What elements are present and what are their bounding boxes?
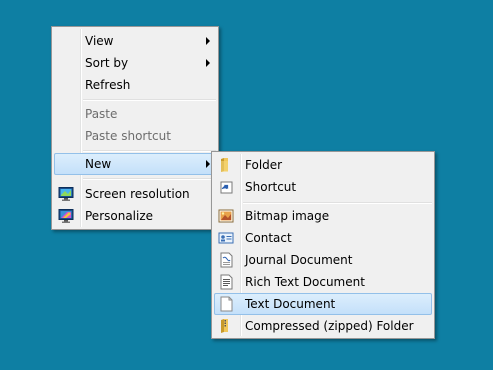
menu-item-paste-shortcut[interactable]: Paste shortcut [54, 125, 216, 147]
menu-item-label: Refresh [85, 78, 131, 92]
menu-separator [83, 99, 216, 101]
menu-item-label: Compressed (zipped) Folder [245, 319, 414, 333]
menu-separator [243, 202, 432, 204]
submenu-item-journal-document[interactable]: Journal Document [214, 249, 432, 271]
menu-separator [83, 178, 216, 180]
contact-icon [218, 230, 234, 246]
menu-item-label: Rich Text Document [245, 275, 365, 289]
menu-item-sort-by[interactable]: Sort by [54, 52, 216, 74]
submenu-item-shortcut[interactable]: Shortcut [214, 176, 432, 198]
submenu-item-rich-text-document[interactable]: Rich Text Document [214, 271, 432, 293]
submenu-item-compressed-folder[interactable]: Compressed (zipped) Folder [214, 315, 432, 337]
menu-item-new[interactable]: New [54, 153, 216, 175]
menu-item-paste[interactable]: Paste [54, 103, 216, 125]
menu-item-refresh[interactable]: Refresh [54, 74, 216, 96]
text-document-icon [218, 296, 234, 312]
menu-item-label: View [85, 34, 114, 48]
menu-item-screen-resolution[interactable]: Screen resolution [54, 183, 216, 205]
menu-item-label: Journal Document [245, 253, 353, 267]
menu-item-label: Contact [245, 231, 292, 245]
menu-item-label: Folder [245, 158, 283, 172]
menu-separator [83, 150, 216, 152]
submenu-item-text-document[interactable]: Text Document [214, 293, 432, 315]
rich-text-document-icon [218, 274, 234, 290]
desktop-context-menu: View Sort by Refresh Paste Paste shortcu… [51, 26, 219, 230]
menu-item-label: Screen resolution [85, 187, 190, 201]
submenu-item-bitmap-image[interactable]: Bitmap image [214, 205, 432, 227]
submenu-item-folder[interactable]: Folder [214, 154, 432, 176]
menu-item-label: Personalize [85, 209, 154, 223]
menu-item-view[interactable]: View [54, 30, 216, 52]
screen-resolution-icon [58, 186, 74, 202]
shortcut-icon [218, 179, 234, 195]
menu-item-label: Shortcut [245, 180, 297, 194]
submenu-arrow-icon [206, 59, 210, 67]
bitmap-image-icon [218, 208, 234, 224]
personalize-icon [58, 208, 74, 224]
menu-item-label: Bitmap image [245, 209, 330, 223]
folder-icon [218, 157, 234, 173]
zipped-folder-icon [218, 318, 234, 334]
menu-item-label: Paste [85, 107, 118, 121]
menu-item-label: Sort by [85, 56, 129, 70]
submenu-item-contact[interactable]: Contact [214, 227, 432, 249]
menu-item-label: New [85, 157, 112, 171]
new-submenu: Folder Shortcut Bitmap image Contact Jou… [211, 151, 435, 339]
menu-item-personalize[interactable]: Personalize [54, 205, 216, 227]
journal-document-icon [218, 252, 234, 268]
submenu-arrow-icon [206, 160, 210, 168]
submenu-arrow-icon [206, 37, 210, 45]
menu-item-label: Text Document [245, 297, 336, 311]
menu-item-label: Paste shortcut [85, 129, 171, 143]
